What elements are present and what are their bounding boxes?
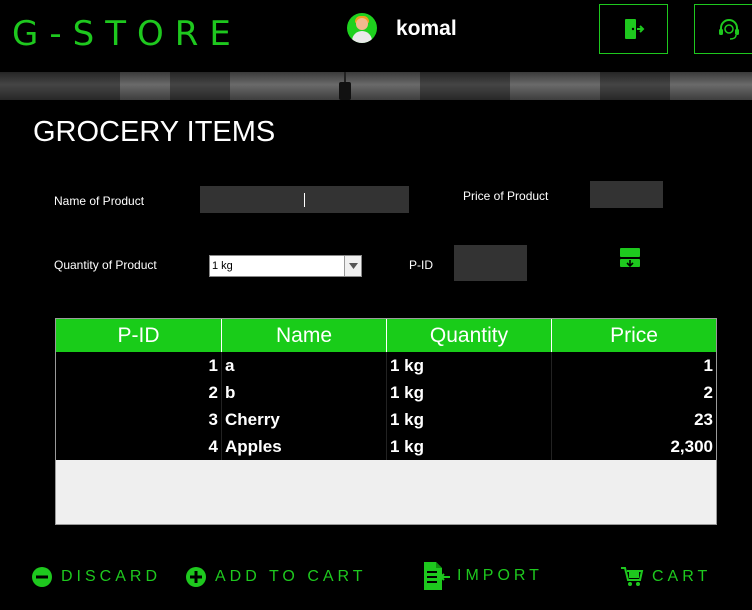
cell-quantity: 1 kg (387, 406, 552, 433)
cell-price: 23 (694, 410, 713, 429)
cell-price: 1 (703, 356, 713, 375)
table-body: 1 a 1 kg 1 2 b 1 kg 2 3 Cherry 1 kg 23 4… (56, 352, 716, 460)
minus-circle-icon (31, 566, 53, 588)
cell-quantity: 1 kg (387, 379, 552, 406)
exit-door-icon (624, 19, 644, 39)
cell-price: 2 (703, 383, 713, 402)
tray-download-icon (620, 248, 640, 268)
quantity-selected-value: 1 kg (212, 260, 233, 272)
add-to-cart-label: ADD TO CART (215, 568, 367, 585)
text-caret (304, 193, 305, 207)
import-file-icon (421, 561, 451, 591)
cart-button[interactable]: CART (620, 564, 711, 590)
table-row[interactable]: 1 a 1 kg 1 (56, 352, 716, 379)
product-price-input[interactable] (590, 181, 663, 208)
cell-quantity: 1 kg (387, 433, 552, 460)
page-title: GROCERY ITEMS (33, 116, 276, 148)
pid-input[interactable] (454, 245, 527, 281)
username-label: komal (396, 17, 457, 40)
table-row[interactable]: 2 b 1 kg 2 (56, 379, 716, 406)
name-of-product-label: Name of Product (54, 194, 145, 208)
import-label: IMPORT (457, 567, 543, 584)
top-header: G-STORE komal (0, 0, 752, 72)
plus-circle-icon (185, 566, 207, 588)
discard-label: DISCARD (61, 568, 162, 585)
grocery-items-table[interactable]: P-ID Name Quantity Price 1 a 1 kg 1 2 b … (55, 318, 717, 525)
quantity-of-product-label: Quantity of Product (54, 258, 157, 272)
cell-name: Cherry (222, 406, 387, 433)
table-header-row: P-ID Name Quantity Price (56, 319, 716, 352)
cell-pid: 2 (56, 379, 222, 406)
cell-name: b (222, 379, 387, 406)
shopping-cart-icon (620, 566, 644, 588)
download-save-button[interactable] (619, 247, 641, 269)
import-button[interactable]: IMPORT (421, 560, 543, 592)
cell-quantity: 1 kg (387, 352, 552, 379)
cell-pid: 3 (56, 406, 222, 433)
cell-pid: 1 (56, 352, 222, 379)
headset-support-icon (718, 19, 739, 40)
cell-name: a (222, 352, 387, 379)
quantity-dropdown[interactable]: 1 kg (209, 255, 362, 277)
chevron-down-icon[interactable] (344, 256, 361, 276)
cart-label: CART (652, 568, 712, 585)
logout-button[interactable] (599, 4, 668, 54)
product-name-input[interactable] (200, 186, 409, 213)
column-header-price[interactable]: Price (552, 319, 716, 352)
support-button[interactable] (694, 4, 752, 54)
table-row[interactable]: 3 Cherry 1 kg 23 (56, 406, 716, 433)
user-avatar[interactable] (347, 13, 377, 43)
header-banner-image (0, 72, 752, 100)
column-header-quantity[interactable]: Quantity (387, 319, 552, 352)
add-to-cart-button[interactable]: ADD TO CART (185, 564, 367, 590)
cell-pid: 4 (56, 433, 222, 460)
pid-label: P-ID (409, 258, 433, 272)
price-of-product-label: Price of Product (463, 189, 549, 203)
cell-price: 2,300 (670, 437, 713, 456)
app-logo-title: G-STORE (12, 14, 242, 54)
discard-button[interactable]: DISCARD (31, 564, 161, 590)
table-row[interactable]: 4 Apples 1 kg 2,300 (56, 433, 716, 460)
column-header-pid[interactable]: P-ID (56, 319, 222, 352)
column-header-name[interactable]: Name (222, 319, 387, 352)
cell-name: Apples (222, 433, 387, 460)
ceiling-lamp-image (339, 82, 351, 100)
